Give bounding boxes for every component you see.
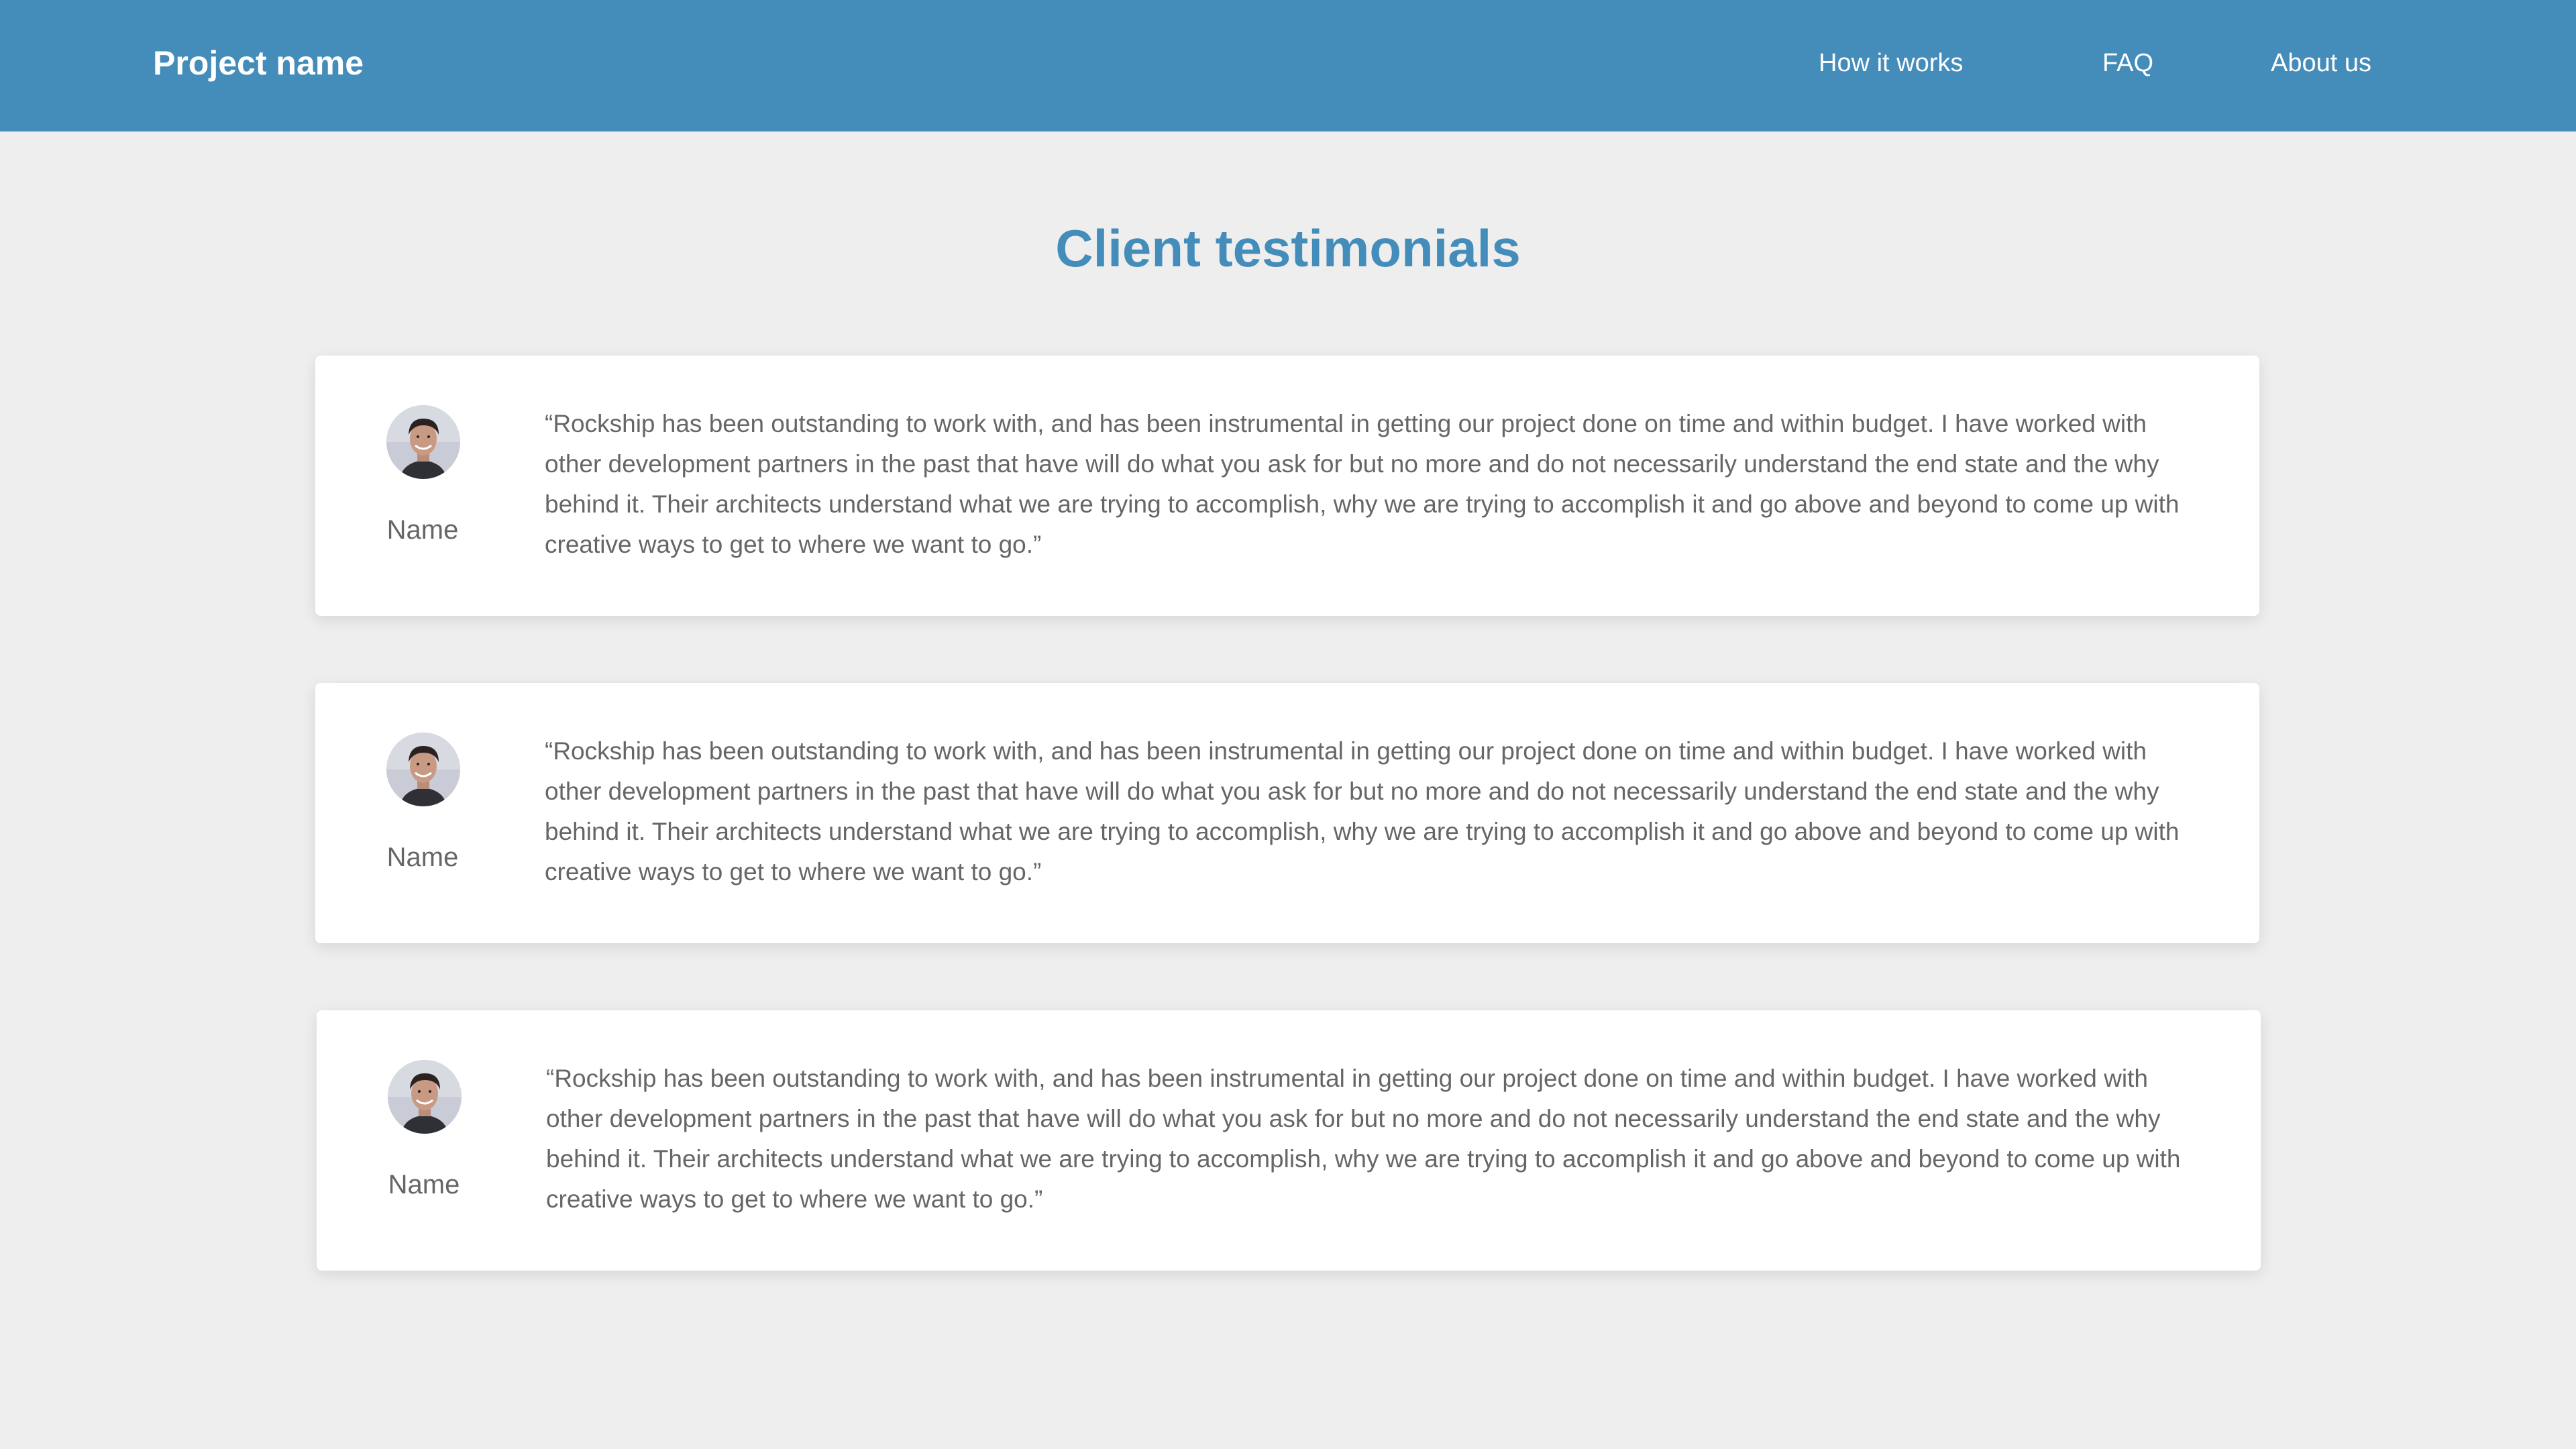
top-navigation-bar: Project name How it works FAQ About us xyxy=(0,0,2576,131)
person-photo-icon xyxy=(386,733,460,806)
nav-link-how-it-works[interactable]: How it works xyxy=(1819,42,1963,85)
testimonial-quote: “Rockship has been outstanding to work w… xyxy=(546,1065,2181,1213)
testimonial-card: Name “Rockship has been outstanding to w… xyxy=(317,1010,2261,1271)
nav-link-faq[interactable]: FAQ xyxy=(2102,42,2153,85)
testimonial-card: Name “Rockship has been outstanding to w… xyxy=(315,356,2259,616)
person-photo-icon xyxy=(388,1060,462,1134)
testimonial-quote: “Rockship has been outstanding to work w… xyxy=(545,737,2180,885)
avatar xyxy=(386,405,460,479)
testimonial-author-name: Name xyxy=(386,515,459,545)
testimonial-quote: “Rockship has been outstanding to work w… xyxy=(545,410,2180,558)
avatar xyxy=(386,733,460,806)
testimonial-card: Name “Rockship has been outstanding to w… xyxy=(315,683,2259,943)
avatar xyxy=(388,1060,462,1134)
testimonial-author-name: Name xyxy=(388,1170,460,1199)
page-title: Client testimonials xyxy=(1055,219,1521,278)
nav-link-about-us[interactable]: About us xyxy=(2271,42,2371,85)
brand-logo-text[interactable]: Project name xyxy=(153,39,364,87)
person-photo-icon xyxy=(386,405,460,479)
testimonial-author-name: Name xyxy=(386,843,459,872)
